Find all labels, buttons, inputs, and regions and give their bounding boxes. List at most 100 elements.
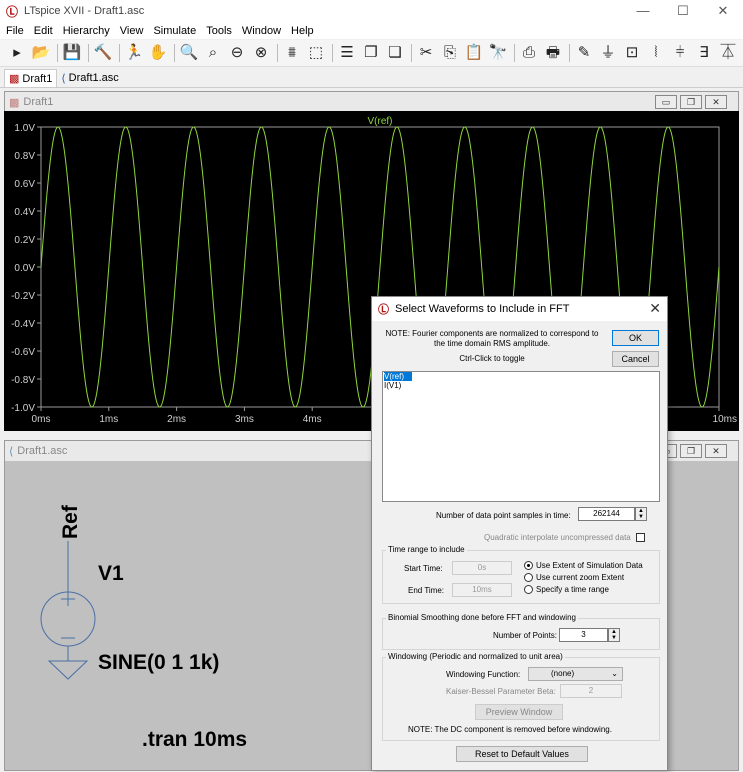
radio-time-range[interactable]: Specify a time range <box>524 585 609 594</box>
control-panel-icon[interactable]: 🔨 <box>92 42 114 64</box>
capacitor-icon[interactable]: ⫩ <box>669 42 691 64</box>
normalization-note: NOTE: Fourier components are normalized … <box>385 329 599 348</box>
reset-defaults-button[interactable]: Reset to Default Values <box>456 746 588 762</box>
zoom-out-icon[interactable]: ⊖ <box>226 42 248 64</box>
document-tabs: ▩ Draft1 ⟨ Draft1.asc <box>0 68 743 88</box>
samples-spinner[interactable]: ▲ ▼ <box>635 507 647 521</box>
copy-icon[interactable]: ⎘ <box>439 42 461 64</box>
samples-label: Number of data point samples in time: <box>436 511 571 520</box>
draw-wire-icon[interactable]: ✎ <box>573 42 595 64</box>
menu-file[interactable]: File <box>6 25 24 37</box>
diode-icon[interactable]: ⏄ <box>717 42 739 64</box>
fft-dialog: Ⓛ Select Waveforms to Include in FFT ✕ N… <box>371 296 668 771</box>
new-schematic-icon[interactable]: ▸ <box>6 42 28 64</box>
waveform-list[interactable]: V(ref) I(V1) <box>382 371 660 502</box>
tile-horizontal-icon[interactable]: ☰ <box>336 42 358 64</box>
ground-icon[interactable]: ⏚ <box>597 42 619 64</box>
toolbar-separator <box>569 44 570 62</box>
radio-label: Use Extent of Simulation Data <box>536 561 643 570</box>
cascade-icon[interactable]: ❐ <box>360 42 382 64</box>
radio-zoom-extent[interactable]: Use current zoom Extent <box>524 573 624 582</box>
ltspice-logo-icon: Ⓛ <box>6 4 19 19</box>
toolbar-separator <box>88 44 89 62</box>
cancel-button[interactable]: Cancel <box>612 351 659 367</box>
ok-button[interactable]: OK <box>612 330 659 346</box>
waveform-item-selected[interactable]: V(ref) <box>384 372 412 381</box>
tile-vertical-icon[interactable]: ❏ <box>384 42 406 64</box>
beta-field[interactable]: 2 <box>560 684 622 698</box>
close-button[interactable]: ✕ <box>703 0 743 22</box>
zoom-fit-icon[interactable]: ⊗ <box>250 42 272 64</box>
spice-directive[interactable]: .tran 10ms <box>142 728 247 752</box>
toolbar-separator <box>411 44 412 62</box>
trace-label[interactable]: V(ref) <box>368 116 393 127</box>
y-tick-label: -0.2V <box>11 291 35 302</box>
halt-icon[interactable]: ✋ <box>147 42 169 64</box>
windowing-function-select[interactable]: (none) ⌄ <box>528 667 623 681</box>
y-tick-label: -1.0V <box>11 403 35 414</box>
end-time-field[interactable]: 10ms <box>452 583 512 597</box>
tab-draft1-schematic[interactable]: ⟨ Draft1.asc <box>57 69 122 87</box>
resistor-icon[interactable]: ⦚ <box>645 42 667 64</box>
menu-help[interactable]: Help <box>291 25 314 37</box>
waveform-icon: ▩ <box>9 96 20 109</box>
mdi-restore-button[interactable]: ❐ <box>680 95 702 109</box>
menu-tools[interactable]: Tools <box>206 25 232 37</box>
ground-symbol[interactable] <box>47 660 89 680</box>
save-icon[interactable]: 💾 <box>61 42 83 64</box>
find-icon[interactable]: 🔭 <box>487 42 509 64</box>
points-field[interactable]: 3 <box>559 628 608 642</box>
dialog-close-icon[interactable]: ✕ <box>649 300 661 317</box>
net-label-ref[interactable]: Ref <box>59 505 83 539</box>
y-tick-label: 0.0V <box>14 263 35 274</box>
zoom-in-icon[interactable]: 🔍 <box>178 42 200 64</box>
component-name-v1[interactable]: V1 <box>98 562 124 586</box>
radio-label: Use current zoom Extent <box>536 573 625 582</box>
waveform-icon: ▩ <box>9 73 20 85</box>
tab-draft1-waveform[interactable]: ▩ Draft1 <box>4 69 58 87</box>
points-spinner[interactable]: ▲ ▼ <box>608 628 620 642</box>
paste-icon[interactable]: 📋 <box>463 42 485 64</box>
zoom-box-icon[interactable]: ⬚ <box>305 42 327 64</box>
waveform-item[interactable]: I(V1) <box>383 381 659 390</box>
samples-field[interactable]: 262144 <box>578 507 635 521</box>
menu-window[interactable]: Window <box>242 25 281 37</box>
radio-extent-simulation[interactable]: Use Extent of Simulation Data <box>524 561 643 570</box>
x-tick-label: 2ms <box>167 414 186 425</box>
select-value: (none) <box>551 669 575 678</box>
y-tick-label: 0.2V <box>14 235 35 246</box>
x-tick-label: 1ms <box>99 414 118 425</box>
toolbar-separator <box>277 44 278 62</box>
label-net-icon[interactable]: ⊡ <box>621 42 643 64</box>
menu-hierarchy[interactable]: Hierarchy <box>63 25 110 37</box>
x-tick-label: 3ms <box>235 414 254 425</box>
autorange-icon[interactable]: ⩩ <box>281 42 303 64</box>
y-tick-label: 0.6V <box>14 179 35 190</box>
schematic-icon: ⟨ <box>61 72 66 85</box>
maximize-button[interactable]: ☐ <box>663 0 703 22</box>
quadratic-checkbox[interactable] <box>636 533 645 542</box>
print-setup-icon[interactable]: ⎙ <box>518 42 540 64</box>
start-time-field[interactable]: 0s <box>452 561 512 575</box>
ctrl-click-hint: Ctrl-Click to toggle <box>459 354 525 363</box>
menu-view[interactable]: View <box>120 25 144 37</box>
mdi-minimize-button[interactable]: ▭ <box>655 95 677 109</box>
cut-icon[interactable]: ✂ <box>415 42 437 64</box>
menu-edit[interactable]: Edit <box>34 25 53 37</box>
y-tick-label: 0.4V <box>14 207 35 218</box>
print-icon[interactable]: 🖶 <box>542 42 564 64</box>
run-icon[interactable]: 🏃 <box>123 42 145 64</box>
radio-dot <box>524 561 533 570</box>
open-icon[interactable]: 📂 <box>30 42 52 64</box>
minimize-button[interactable]: — <box>623 0 663 22</box>
pan-icon[interactable]: ⌕ <box>202 42 224 64</box>
mdi-close-button[interactable]: ✕ <box>705 95 727 109</box>
dialog-titlebar: Ⓛ Select Waveforms to Include in FFT <box>372 297 667 321</box>
menu-simulate[interactable]: Simulate <box>153 25 196 37</box>
radio-dot <box>524 585 533 594</box>
waveform-window-title: Draft1 <box>23 96 54 108</box>
component-value[interactable]: SINE(0 1 1k) <box>98 651 219 675</box>
inductor-icon[interactable]: ∃ <box>693 42 715 64</box>
preview-window-button[interactable]: Preview Window <box>475 704 563 720</box>
time-range-group-title: Time range to include <box>386 545 467 554</box>
